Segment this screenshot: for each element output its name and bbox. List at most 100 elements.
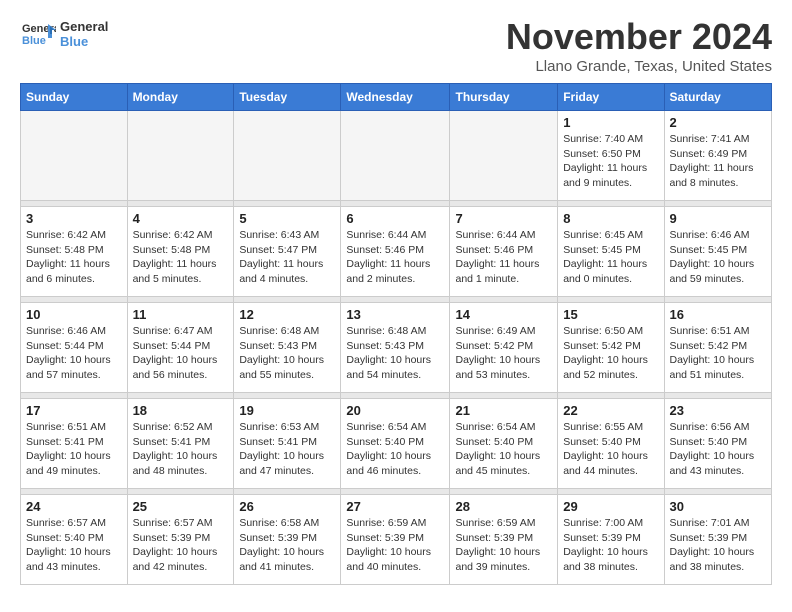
day-number: 9 xyxy=(670,211,767,226)
weekday-header-wednesday: Wednesday xyxy=(341,84,450,111)
day-number: 20 xyxy=(346,403,444,418)
day-number: 22 xyxy=(563,403,658,418)
day-cell: 19 Sunrise: 6:53 AM Sunset: 5:41 PM Dayli… xyxy=(234,399,341,489)
day-number: 30 xyxy=(670,499,767,514)
day-cell xyxy=(127,111,234,201)
day-info: Sunrise: 7:00 AM Sunset: 5:39 PM Dayligh… xyxy=(563,516,658,575)
day-cell: 15Sunrise: 6:50 AM Sunset: 5:42 PM Dayli… xyxy=(558,303,664,393)
day-info: Sunrise: 6:56 AM Sunset: 5:40 PM Dayligh… xyxy=(670,420,767,479)
day-number: 10 xyxy=(26,307,122,322)
logo-icon: General Blue xyxy=(20,16,56,52)
day-cell: 16 Sunrise: 6:51 AM Sunset: 5:42 PM Dayli… xyxy=(664,303,772,393)
day-info: Sunrise: 6:51 AM Sunset: 5:42 PM Dayligh… xyxy=(670,324,767,383)
day-cell: 9 Sunrise: 6:46 AM Sunset: 5:45 PM Daylig… xyxy=(664,207,772,297)
location-title: Llano Grande, Texas, United States xyxy=(506,58,772,75)
day-cell xyxy=(21,111,128,201)
day-number: 1 xyxy=(563,115,658,130)
day-info: Sunrise: 6:43 AM Sunset: 5:47 PM Dayligh… xyxy=(239,228,335,287)
week-row-3: 10 Sunrise: 6:46 AM Sunset: 5:44 PM Dayli… xyxy=(21,303,772,393)
day-info: Sunrise: 7:01 AM Sunset: 5:39 PM Dayligh… xyxy=(670,516,767,575)
day-number: 3 xyxy=(26,211,122,226)
weekday-header-friday: Friday xyxy=(558,84,664,111)
week-row-2: 3 Sunrise: 6:42 AM Sunset: 5:48 PM Daylig… xyxy=(21,207,772,297)
day-number: 7 xyxy=(455,211,552,226)
day-info: Sunrise: 6:58 AM Sunset: 5:39 PM Dayligh… xyxy=(239,516,335,575)
title-area: November 2024 Llano Grande, Texas, Unite… xyxy=(506,16,772,75)
day-cell: 27Sunrise: 6:59 AM Sunset: 5:39 PM Dayli… xyxy=(341,495,450,585)
day-cell: 29Sunrise: 7:00 AM Sunset: 5:39 PM Dayli… xyxy=(558,495,664,585)
weekday-header-thursday: Thursday xyxy=(450,84,558,111)
day-info: Sunrise: 6:44 AM Sunset: 5:46 PM Dayligh… xyxy=(346,228,444,287)
weekday-header-saturday: Saturday xyxy=(664,84,772,111)
week-row-1: 1 Sunrise: 7:40 AM Sunset: 6:50 PM Daylig… xyxy=(21,111,772,201)
day-number: 28 xyxy=(455,499,552,514)
day-info: Sunrise: 6:59 AM Sunset: 5:39 PM Dayligh… xyxy=(455,516,552,575)
day-cell: 28 Sunrise: 6:59 AM Sunset: 5:39 PM Dayli… xyxy=(450,495,558,585)
month-title: November 2024 xyxy=(506,16,772,58)
day-number: 17 xyxy=(26,403,122,418)
day-cell: 20 Sunrise: 6:54 AM Sunset: 5:40 PM Dayli… xyxy=(341,399,450,489)
day-number: 16 xyxy=(670,307,767,322)
day-info: Sunrise: 6:42 AM Sunset: 5:48 PM Dayligh… xyxy=(26,228,122,287)
day-info: Sunrise: 6:42 AM Sunset: 5:48 PM Dayligh… xyxy=(133,228,229,287)
day-number: 26 xyxy=(239,499,335,514)
day-cell: 6Sunrise: 6:44 AM Sunset: 5:46 PM Daylig… xyxy=(341,207,450,297)
day-cell: 4 Sunrise: 6:42 AM Sunset: 5:48 PM Daylig… xyxy=(127,207,234,297)
day-info: Sunrise: 6:46 AM Sunset: 5:44 PM Dayligh… xyxy=(26,324,122,383)
day-cell: 8 Sunrise: 6:45 AM Sunset: 5:45 PM Daylig… xyxy=(558,207,664,297)
day-info: Sunrise: 6:53 AM Sunset: 5:41 PM Dayligh… xyxy=(239,420,335,479)
day-info: Sunrise: 6:46 AM Sunset: 5:45 PM Dayligh… xyxy=(670,228,767,287)
day-cell: 23 Sunrise: 6:56 AM Sunset: 5:40 PM Dayli… xyxy=(664,399,772,489)
day-cell: 12 Sunrise: 6:48 AM Sunset: 5:43 PM Dayli… xyxy=(234,303,341,393)
day-number: 4 xyxy=(133,211,229,226)
day-info: Sunrise: 6:54 AM Sunset: 5:40 PM Dayligh… xyxy=(455,420,552,479)
day-cell: 24 Sunrise: 6:57 AM Sunset: 5:40 PM Dayli… xyxy=(21,495,128,585)
day-cell: 26 Sunrise: 6:58 AM Sunset: 5:39 PM Dayli… xyxy=(234,495,341,585)
day-number: 14 xyxy=(455,307,552,322)
day-info: Sunrise: 6:51 AM Sunset: 5:41 PM Dayligh… xyxy=(26,420,122,479)
weekday-header-sunday: Sunday xyxy=(21,84,128,111)
day-info: Sunrise: 6:52 AM Sunset: 5:41 PM Dayligh… xyxy=(133,420,229,479)
day-cell: 30 Sunrise: 7:01 AM Sunset: 5:39 PM Dayli… xyxy=(664,495,772,585)
day-info: Sunrise: 6:49 AM Sunset: 5:42 PM Dayligh… xyxy=(455,324,552,383)
day-info: Sunrise: 6:47 AM Sunset: 5:44 PM Dayligh… xyxy=(133,324,229,383)
day-number: 11 xyxy=(133,307,229,322)
day-number: 15 xyxy=(563,307,658,322)
weekday-header-tuesday: Tuesday xyxy=(234,84,341,111)
day-info: Sunrise: 6:55 AM Sunset: 5:40 PM Dayligh… xyxy=(563,420,658,479)
day-number: 27 xyxy=(346,499,444,514)
day-number: 8 xyxy=(563,211,658,226)
day-cell: 11 Sunrise: 6:47 AM Sunset: 5:44 PM Dayli… xyxy=(127,303,234,393)
svg-text:Blue: Blue xyxy=(22,35,46,47)
day-number: 18 xyxy=(133,403,229,418)
weekday-header-monday: Monday xyxy=(127,84,234,111)
day-info: Sunrise: 6:54 AM Sunset: 5:40 PM Dayligh… xyxy=(346,420,444,479)
calendar: SundayMondayTuesdayWednesdayThursdayFrid… xyxy=(20,83,772,585)
day-info: Sunrise: 6:48 AM Sunset: 5:43 PM Dayligh… xyxy=(239,324,335,383)
day-cell: 1 Sunrise: 7:40 AM Sunset: 6:50 PM Daylig… xyxy=(558,111,664,201)
day-cell xyxy=(450,111,558,201)
day-cell: 14 Sunrise: 6:49 AM Sunset: 5:42 PM Dayli… xyxy=(450,303,558,393)
day-number: 12 xyxy=(239,307,335,322)
day-number: 21 xyxy=(455,403,552,418)
day-cell: 25Sunrise: 6:57 AM Sunset: 5:39 PM Dayli… xyxy=(127,495,234,585)
week-row-5: 24 Sunrise: 6:57 AM Sunset: 5:40 PM Dayli… xyxy=(21,495,772,585)
day-number: 19 xyxy=(239,403,335,418)
day-cell: 17 Sunrise: 6:51 AM Sunset: 5:41 PM Dayli… xyxy=(21,399,128,489)
day-cell: 2Sunrise: 7:41 AM Sunset: 6:49 PM Daylig… xyxy=(664,111,772,201)
day-cell: 7Sunrise: 6:44 AM Sunset: 5:46 PM Daylig… xyxy=(450,207,558,297)
day-cell xyxy=(341,111,450,201)
day-cell: 22 Sunrise: 6:55 AM Sunset: 5:40 PM Dayli… xyxy=(558,399,664,489)
day-cell: 3 Sunrise: 6:42 AM Sunset: 5:48 PM Daylig… xyxy=(21,207,128,297)
day-info: Sunrise: 6:48 AM Sunset: 5:43 PM Dayligh… xyxy=(346,324,444,383)
day-info: Sunrise: 7:40 AM Sunset: 6:50 PM Dayligh… xyxy=(563,132,658,191)
logo-blue: Blue xyxy=(60,34,108,49)
day-info: Sunrise: 6:45 AM Sunset: 5:45 PM Dayligh… xyxy=(563,228,658,287)
day-cell: 18 Sunrise: 6:52 AM Sunset: 5:41 PM Dayli… xyxy=(127,399,234,489)
day-number: 13 xyxy=(346,307,444,322)
day-number: 24 xyxy=(26,499,122,514)
day-info: Sunrise: 6:57 AM Sunset: 5:40 PM Dayligh… xyxy=(26,516,122,575)
logo-general: General xyxy=(60,19,108,34)
day-cell: 13 Sunrise: 6:48 AM Sunset: 5:43 PM Dayli… xyxy=(341,303,450,393)
day-number: 23 xyxy=(670,403,767,418)
